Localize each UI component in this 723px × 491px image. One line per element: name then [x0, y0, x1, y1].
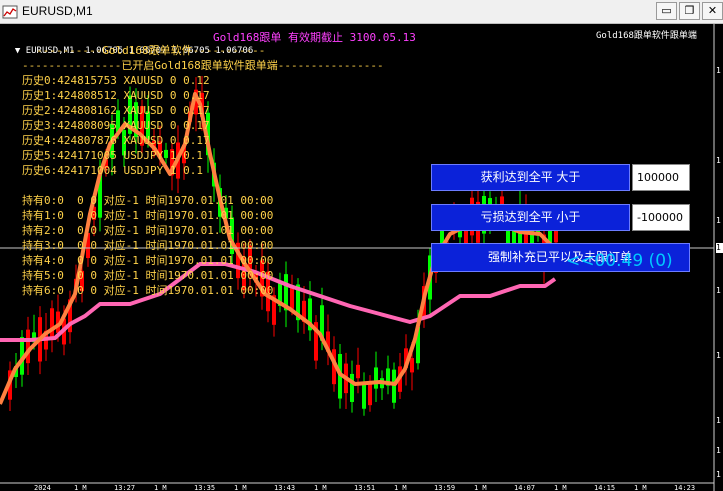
status-line: ---------------已开启Gold168跟单软件跟单端--------…	[22, 59, 384, 72]
close-button[interactable]: ✕	[702, 2, 723, 20]
candle-body	[368, 384, 372, 406]
time-tick-label: 1 M	[234, 484, 247, 491]
time-tick-label: 1 M	[394, 484, 407, 491]
time-tick-label: 1 M	[74, 484, 87, 491]
price-tick-label: 1	[716, 66, 721, 75]
sl-close-input[interactable]	[632, 204, 690, 231]
candle-body	[350, 373, 354, 402]
time-tick-label: 2024	[34, 484, 51, 491]
close-icon: ✕	[707, 4, 718, 17]
status-line: 持有5:0 0 0 对应-1 时间1970.01.01 00:00	[22, 269, 274, 282]
status-line: 持有2:0 0 0 对应-1 时间1970.01.01 00:00	[22, 224, 274, 237]
price-tick-label: 1	[716, 286, 721, 295]
chart-app-icon	[2, 5, 18, 19]
time-tick-label: 13:51	[354, 484, 376, 491]
tp-close-input[interactable]	[632, 164, 690, 191]
restore-button[interactable]: ❐	[679, 2, 700, 20]
price-tick-label: 1	[716, 416, 721, 425]
candle-body	[374, 367, 378, 389]
sl-close-all-button[interactable]: 亏损达到全平 小于	[431, 204, 630, 231]
status-line: ----------Gold168跟单软件-----------	[36, 44, 266, 57]
tp-close-all-button[interactable]: 获利达到全平 大于	[431, 164, 630, 191]
status-line: 历史5:424171005 USDJPY 1 0.1	[22, 149, 203, 162]
status-line: 历史4:424807876 XAUUSD 0 0.17	[22, 134, 210, 147]
status-line: 历史0:424815753 XAUUSD 0 0.12	[22, 74, 210, 87]
status-line: 历史1:424808512 XAUUSD 0 0.17	[22, 89, 210, 102]
status-line: 持有3:0 0 0 对应-1 时间1970.01.01 00:00	[22, 239, 274, 252]
minimize-button[interactable]: ▭	[656, 2, 677, 20]
time-tick-label: 13:59	[434, 484, 456, 491]
status-line: 持有4:0 0 0 对应-1 时间1970.01.01 00:00	[22, 254, 274, 267]
price-tick-label: 1	[716, 156, 721, 165]
status-line: 持有6:0 0 0 对应-1 时间1970.01.01 00:00	[22, 284, 274, 297]
candle-body	[554, 229, 558, 243]
status-line: 历史2:424808162 XAUUSD 0 0.17	[22, 104, 210, 117]
status-line: 持有1:0 0 0 对应-1 时间1970.01.01 00:00	[22, 209, 274, 222]
price-tick-label: 1	[716, 446, 721, 455]
status-line: 持有0:0 0 0 对应-1 时间1970.01.01 00:00	[22, 194, 274, 207]
time-tick-label: 14:07	[514, 484, 536, 491]
candle-body	[362, 383, 366, 409]
time-tick-label: 1 M	[154, 484, 167, 491]
profit-display: <<00.49 (0)	[566, 251, 673, 271]
time-tick-label: 13:27	[114, 484, 136, 491]
time-tick-label: 13:43	[274, 484, 296, 491]
candle-body	[410, 358, 414, 373]
minimize-icon: ▭	[661, 4, 672, 17]
candle-body	[356, 364, 360, 379]
candle-body	[392, 369, 396, 403]
time-tick-label: 14:23	[674, 484, 696, 491]
chart-dropdown-icon: ▼	[14, 46, 21, 56]
time-tick-label: 1 M	[474, 484, 487, 491]
status-line: 历史6:424171004 USDJPY 1 0.1	[22, 164, 203, 177]
ea-name-label: Gold168跟单软件跟单端	[596, 31, 697, 41]
current-price-label: 1	[716, 243, 723, 253]
price-tick-label: 1	[716, 351, 721, 360]
window-titlebar: EURUSD,M1 ▭ ❐ ✕	[0, 0, 723, 24]
price-tick-label: 1	[716, 470, 721, 479]
restore-icon: ❐	[684, 4, 695, 17]
window-title: EURUSD,M1	[22, 4, 93, 18]
time-tick-label: 1 M	[634, 484, 647, 491]
time-tick-label: 13:35	[194, 484, 216, 491]
candle-body	[50, 308, 54, 338]
status-line: 历史3:424808095 XAUUSD 0 0.17	[22, 119, 210, 132]
time-tick-label: 14:15	[594, 484, 616, 491]
time-tick-label: 1 M	[554, 484, 567, 491]
time-tick-label: 1 M	[314, 484, 327, 491]
price-tick-label: 1	[716, 216, 721, 225]
candle-body	[26, 329, 30, 364]
